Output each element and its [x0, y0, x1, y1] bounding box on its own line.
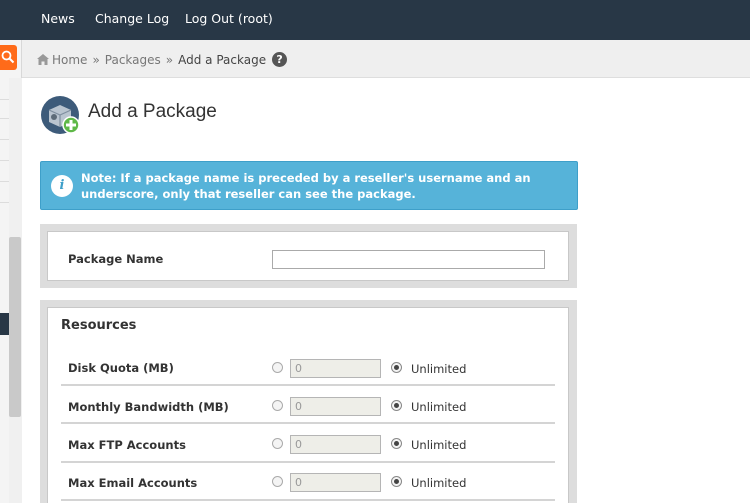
breadcrumb-packages-link[interactable]: Packages: [105, 53, 161, 67]
row-divider: [61, 422, 555, 424]
email-accounts-input[interactable]: 0: [290, 473, 381, 492]
row-divider: [61, 461, 555, 463]
bandwidth-input[interactable]: 0: [290, 397, 381, 416]
ftp-accounts-input[interactable]: 0: [290, 435, 381, 454]
package-name-input[interactable]: [272, 250, 545, 269]
breadcrumb-separator: »: [92, 52, 100, 67]
resources-title: Resources: [61, 318, 137, 333]
home-icon: [37, 54, 49, 65]
disk-quota-unlimited-label: Unlimited: [411, 362, 467, 376]
ftp-accounts-label: Max FTP Accounts: [68, 438, 186, 452]
breadcrumb: Home » Packages » Add a Package ?: [37, 52, 288, 67]
bandwidth-unlimited-radio[interactable]: [391, 400, 402, 411]
bandwidth-unlimited-label: Unlimited: [411, 400, 467, 414]
row-divider: [61, 499, 555, 501]
breadcrumb-bar: Home » Packages » Add a Package ?: [22, 40, 750, 78]
nav-changelog-link[interactable]: Change Log: [95, 11, 169, 26]
info-note-text: Note: If a package name is preceded by a…: [81, 171, 531, 201]
row-divider: [61, 384, 555, 386]
email-accounts-unlimited-radio[interactable]: [391, 476, 402, 487]
disk-quota-label: Disk Quota (MB): [68, 361, 174, 375]
info-icon: i: [51, 175, 73, 197]
page-title: Add a Package: [88, 101, 217, 122]
bandwidth-label: Monthly Bandwidth (MB): [68, 400, 229, 414]
breadcrumb-home-link[interactable]: Home: [52, 53, 87, 67]
package-name-label: Package Name: [68, 252, 164, 266]
breadcrumb-current: Add a Package: [178, 52, 267, 67]
info-note: i Note: If a package name is preceded by…: [40, 161, 578, 210]
disk-quota-input[interactable]: 0: [290, 359, 381, 378]
sidebar-active-item[interactable]: [0, 313, 9, 335]
email-accounts-label: Max Email Accounts: [68, 476, 198, 490]
breadcrumb-separator: »: [165, 52, 174, 67]
package-add-icon: [41, 96, 80, 134]
email-accounts-unlimited-label: Unlimited: [411, 476, 467, 490]
search-button[interactable]: [0, 45, 17, 70]
ftp-accounts-unlimited-label: Unlimited: [411, 438, 467, 452]
nav-news-link[interactable]: News: [41, 11, 75, 26]
bandwidth-custom-radio[interactable]: [272, 400, 283, 411]
disk-quota-custom-radio[interactable]: [272, 362, 283, 373]
ftp-accounts-custom-radio[interactable]: [272, 438, 283, 449]
search-icon: [1, 50, 15, 64]
disk-quota-unlimited-radio[interactable]: [391, 362, 402, 373]
top-navbar: News Change Log Log Out (root): [0, 0, 750, 40]
help-icon[interactable]: ?: [272, 52, 288, 67]
ftp-accounts-unlimited-radio[interactable]: [391, 438, 402, 449]
email-accounts-custom-radio[interactable]: [272, 476, 283, 487]
sidebar-scroll-thumb[interactable]: [9, 237, 21, 417]
nav-logout-link[interactable]: Log Out (root): [185, 11, 273, 26]
